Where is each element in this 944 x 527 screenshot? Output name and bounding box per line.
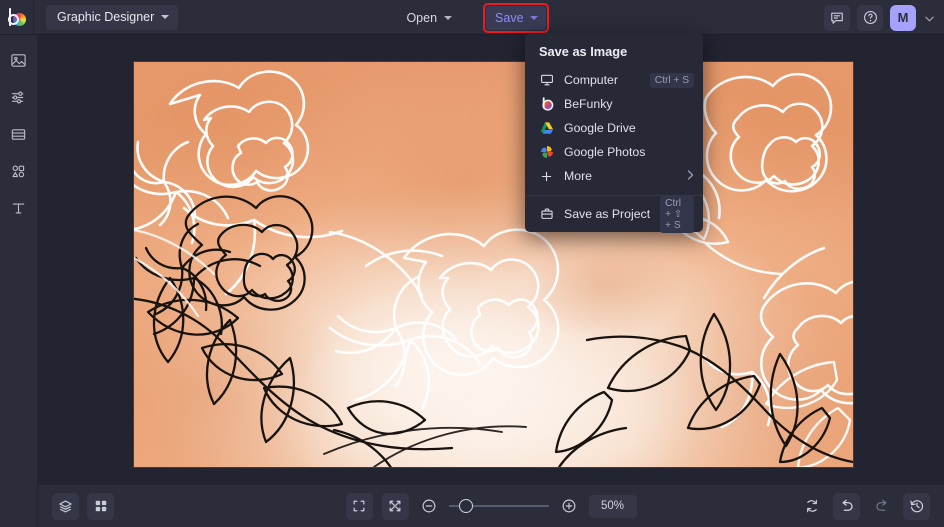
reset-button[interactable] <box>798 493 825 520</box>
plus-icon <box>539 169 554 184</box>
history-icon <box>909 500 923 513</box>
question-circle-icon <box>863 11 877 24</box>
undo-icon <box>841 499 853 511</box>
actual-size-button[interactable] <box>381 492 409 520</box>
redo-icon <box>875 499 887 511</box>
user-avatar[interactable]: M <box>890 4 916 31</box>
menu-item-shortcut: Ctrl + S <box>649 72 694 88</box>
chevron-right-icon <box>687 169 694 183</box>
history-button[interactable] <box>903 492 930 520</box>
befunky-icon <box>539 97 554 112</box>
artboard[interactable] <box>134 62 853 467</box>
save-menu-title: Save as Image <box>539 44 628 59</box>
save-button-highlight: Save <box>483 2 549 33</box>
shapes-icon <box>12 165 25 177</box>
sidebar-item-image-manager[interactable] <box>4 47 34 73</box>
menu-item-label: Save as Project <box>564 207 651 221</box>
menu-item-label: Google Photos <box>564 145 646 159</box>
bottom-right-controls <box>798 492 930 520</box>
undo-button[interactable] <box>833 492 860 520</box>
left-toolbar <box>0 35 38 527</box>
menu-item-computer[interactable]: Computer Ctrl + S <box>525 68 703 92</box>
save-button[interactable]: Save <box>486 5 546 30</box>
befunky-logo-icon <box>6 6 27 28</box>
briefcase-icon <box>539 207 554 222</box>
header-right-actions: M <box>824 0 936 35</box>
sidebar-item-edit[interactable] <box>4 84 34 110</box>
zoom-level-value[interactable]: 50% <box>588 494 637 518</box>
fit-to-screen-icon <box>353 500 365 512</box>
monitor-icon <box>539 73 554 88</box>
image-icon <box>11 53 26 67</box>
workspace-selector[interactable]: Graphic Designer <box>46 4 179 30</box>
redo-button[interactable] <box>868 493 895 520</box>
sidebar-item-templates[interactable] <box>4 121 34 147</box>
befunky-graphic-designer-app: Graphic Designer Open Save M 50% Save as… <box>0 0 944 527</box>
menu-item-label: More <box>564 169 593 183</box>
layout-icon <box>11 128 26 140</box>
canvas-area[interactable] <box>38 35 944 484</box>
sidebar-item-text[interactable] <box>4 195 34 221</box>
help-button[interactable] <box>857 4 883 31</box>
workspace-label: Graphic Designer <box>57 10 155 24</box>
text-icon <box>12 202 25 214</box>
sidebar-item-graphics[interactable] <box>4 158 34 184</box>
menu-item-google-photos[interactable]: Google Photos <box>525 140 703 164</box>
chevron-down-icon <box>444 15 453 20</box>
grid-icon <box>95 500 106 512</box>
chevron-down-icon <box>529 15 538 20</box>
menu-item-label: Computer <box>564 73 618 87</box>
google-photos-icon <box>539 145 554 160</box>
zoom-in-button[interactable] <box>558 495 580 517</box>
bottom-toolbar: 50% <box>38 484 944 527</box>
zoom-slider-handle[interactable] <box>459 499 474 513</box>
sliders-icon <box>11 91 24 103</box>
zoom-out-button[interactable] <box>418 495 440 517</box>
menu-item-google-drive[interactable]: Google Drive <box>525 116 703 140</box>
grid-view-button[interactable] <box>87 492 114 520</box>
app-header: Graphic Designer Open Save M <box>0 0 944 35</box>
avatar-initial: M <box>897 10 909 25</box>
avatar-chevron-down-icon[interactable] <box>923 9 936 27</box>
google-drive-icon <box>539 121 554 136</box>
minus-circle-icon <box>422 499 435 513</box>
menu-item-more[interactable]: More <box>525 164 703 188</box>
menu-item-shortcut: Ctrl + ⇧ + S <box>660 195 694 233</box>
save-dropdown-menu: Save as Image Computer Ctrl + S BeFunky … <box>525 33 703 233</box>
zoom-slider[interactable] <box>448 497 549 515</box>
menu-item-save-as-project[interactable]: Save as Project Ctrl + ⇧ + S <box>525 195 703 233</box>
menu-item-label: Google Drive <box>564 121 636 135</box>
chevron-down-icon <box>161 15 170 19</box>
open-button-label: Open <box>406 10 438 25</box>
layers-button[interactable] <box>52 492 79 520</box>
zoom-contract-icon <box>389 500 401 512</box>
fit-to-screen-button[interactable] <box>345 492 373 520</box>
menu-item-befunky[interactable]: BeFunky <box>525 92 703 116</box>
save-button-label: Save <box>495 10 524 25</box>
layers-icon <box>59 499 72 512</box>
reset-icon <box>806 499 817 513</box>
menu-item-label: BeFunky <box>564 97 613 111</box>
speech-bubble-icon <box>831 12 843 24</box>
plus-circle-icon <box>562 499 575 513</box>
open-button[interactable]: Open <box>395 5 461 30</box>
bottom-left-controls <box>52 492 114 520</box>
feedback-button[interactable] <box>824 4 850 31</box>
watercolor-floral-artwork <box>134 62 853 467</box>
befunky-logo-button[interactable] <box>0 0 34 35</box>
